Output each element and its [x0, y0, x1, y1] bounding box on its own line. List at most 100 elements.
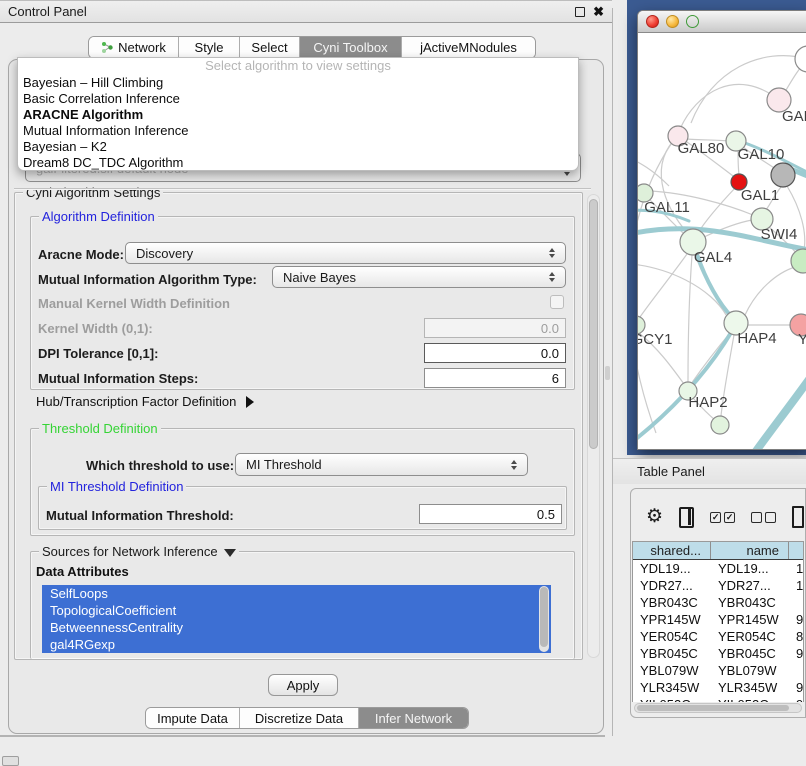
network-node[interactable]: [771, 163, 795, 187]
apply-button[interactable]: Apply: [268, 674, 338, 696]
network-window-titlebar[interactable]: [638, 11, 806, 33]
deselect-all-icon[interactable]: [751, 512, 776, 523]
column-view-icon[interactable]: [679, 507, 694, 528]
hub-definition-section[interactable]: Hub/Transcription Factor Definition: [36, 394, 254, 409]
table-cell: YIL052C: [711, 696, 789, 702]
attributes-scrollbar[interactable]: [539, 586, 549, 652]
document-icon[interactable]: [792, 506, 804, 528]
tab-label: Impute Data: [157, 711, 228, 726]
mi-steps-field[interactable]: 6: [424, 368, 566, 388]
table-cell: YBR043C: [633, 594, 711, 611]
table-hscrollbar-thumb[interactable]: [637, 705, 789, 711]
table-row[interactable]: YIL052CYIL052C9: [633, 696, 803, 702]
table-cell: YIL052C: [633, 696, 711, 702]
network-edge[interactable]: [640, 254, 687, 317]
which-threshold-combobox[interactable]: MI Threshold: [235, 453, 528, 476]
mi-type-combobox[interactable]: Naive Bayes: [272, 266, 566, 288]
settings-scrollbar[interactable]: [587, 194, 600, 658]
table-cell: YDL19...: [711, 560, 789, 577]
control-panel-tabbar: Network StyleSelectCyni ToolboxjActiveMNo…: [88, 36, 536, 59]
panel-bottom-divider: [0, 735, 605, 737]
tab-cyni-toolbox[interactable]: Cyni Toolbox: [299, 37, 401, 58]
table-row[interactable]: YBL079WYBL079W: [633, 662, 803, 679]
dpi-tolerance-field[interactable]: 0.0: [424, 343, 566, 363]
network-node[interactable]: [795, 46, 806, 72]
table-cell: YPR145W: [711, 611, 789, 628]
float-window-icon[interactable]: [575, 7, 585, 17]
gear-icon[interactable]: ⚙: [646, 507, 663, 527]
tab-discretize-data[interactable]: Discretize Data: [239, 708, 358, 728]
aracne-mode-combobox[interactable]: Discovery: [125, 242, 566, 264]
table-cell: YDR27...: [633, 577, 711, 594]
algorithm-option[interactable]: ARACNE Algorithm: [18, 107, 578, 123]
node-label: GCY1: [638, 331, 672, 348]
close-icon[interactable]: ✖: [593, 7, 604, 17]
node-label: GAL80: [678, 140, 725, 157]
table-toolbar: ⚙ ✓✓: [632, 495, 804, 539]
minimize-traffic-light-icon[interactable]: [666, 15, 679, 28]
algorithm-popup-prompt: Select algorithm to view settings: [18, 58, 578, 75]
panel-splitter-handle[interactable]: [605, 366, 610, 380]
network-edge[interactable]: [688, 255, 692, 382]
tab-label: Network: [118, 40, 166, 55]
node-table[interactable]: shared...nameAYDL19...YDL19...13YDR27...…: [632, 541, 804, 702]
network-node[interactable]: [711, 416, 729, 434]
algorithm-option[interactable]: Dream8 DC_TDC Algorithm: [18, 155, 578, 171]
table-cell: YDL19...: [633, 560, 711, 577]
close-traffic-light-icon[interactable]: [646, 15, 659, 28]
algorithm-option[interactable]: Bayesian – Hill Climbing: [18, 75, 578, 91]
node-label: GAL4: [694, 249, 732, 266]
column-header[interactable]: A: [789, 542, 804, 559]
clipped-bottom-button[interactable]: [2, 756, 19, 766]
combobox-stepper-icon: [549, 248, 555, 258]
column-header[interactable]: name: [711, 542, 789, 559]
algorithm-option[interactable]: Basic Correlation Inference: [18, 91, 578, 107]
algorithm-option[interactable]: Bayesian – K2: [18, 139, 578, 155]
expand-triangle-icon[interactable]: [246, 396, 254, 408]
network-edge[interactable]: [680, 84, 779, 129]
which-threshold-label: Which threshold to use:: [86, 458, 234, 473]
attribute-list-item[interactable]: BetweennessCentrality: [42, 619, 551, 636]
select-all-icon[interactable]: ✓✓: [710, 512, 735, 523]
table-cell: YBL079W: [711, 662, 789, 679]
node-label: SWI4: [761, 226, 798, 243]
attribute-list-item[interactable]: gal4RGexp: [42, 636, 551, 653]
table-cell: YBR043C: [711, 594, 789, 611]
mi-threshold-field[interactable]: 0.5: [419, 504, 562, 524]
settings-scrollbar-thumb[interactable]: [589, 199, 598, 449]
network-graph[interactable]: GALGAL80GAL10GAL1GAL11SWI4GAL4GCY1HAP4YH…: [638, 33, 806, 450]
zoom-traffic-light-icon[interactable]: [686, 15, 699, 28]
data-attributes-list[interactable]: SelfLoopsTopologicalCoefficientBetweenne…: [42, 585, 551, 653]
network-edge-highlighted[interactable]: [749, 371, 806, 450]
collapse-triangle-icon[interactable]: [224, 549, 236, 557]
manual-kernel-checkbox[interactable]: [550, 295, 564, 309]
algorithm-option[interactable]: Mutual Information Inference: [18, 123, 578, 139]
tab-jactivemnodules[interactable]: jActiveMNodules: [401, 37, 535, 58]
algorithm-dropdown-popup: Select algorithm to view settings Bayesi…: [17, 57, 579, 171]
table-row[interactable]: YLR345WYLR345W9.: [633, 679, 803, 696]
attribute-list-item[interactable]: SelfLoops: [42, 585, 551, 602]
table-row[interactable]: YBR043CYBR043C: [633, 594, 803, 611]
attribute-list-item[interactable]: TopologicalCoefficient: [42, 602, 551, 619]
attributes-scrollbar-thumb[interactable]: [540, 587, 548, 647]
table-row[interactable]: YPR145WYPR145W9.: [633, 611, 803, 628]
mi-threshold-definition-legend: MI Threshold Definition: [47, 479, 186, 494]
dpi-tolerance-label: DPI Tolerance [0,1]:: [38, 346, 158, 361]
table-panel-title: Table Panel: [637, 464, 705, 479]
tab-network[interactable]: Network: [89, 37, 178, 58]
network-node[interactable]: [791, 249, 806, 273]
tab-select[interactable]: Select: [239, 37, 299, 58]
table-header-row: shared...nameA: [633, 542, 803, 560]
table-row[interactable]: YER054CYER054C8.: [633, 628, 803, 645]
table-hscrollbar[interactable]: [634, 703, 802, 713]
table-row[interactable]: YDR27...YDR27...12: [633, 577, 803, 594]
table-cell: YBR045C: [633, 645, 711, 662]
node-label: GAL1: [741, 187, 779, 204]
tab-style[interactable]: Style: [178, 37, 239, 58]
network-edge[interactable]: [745, 267, 795, 315]
table-row[interactable]: YBR045CYBR045C9.: [633, 645, 803, 662]
column-header[interactable]: shared...: [633, 542, 711, 559]
tab-infer-network[interactable]: Infer Network: [358, 708, 468, 728]
table-row[interactable]: YDL19...YDL19...13: [633, 560, 803, 577]
tab-impute-data[interactable]: Impute Data: [146, 708, 239, 728]
